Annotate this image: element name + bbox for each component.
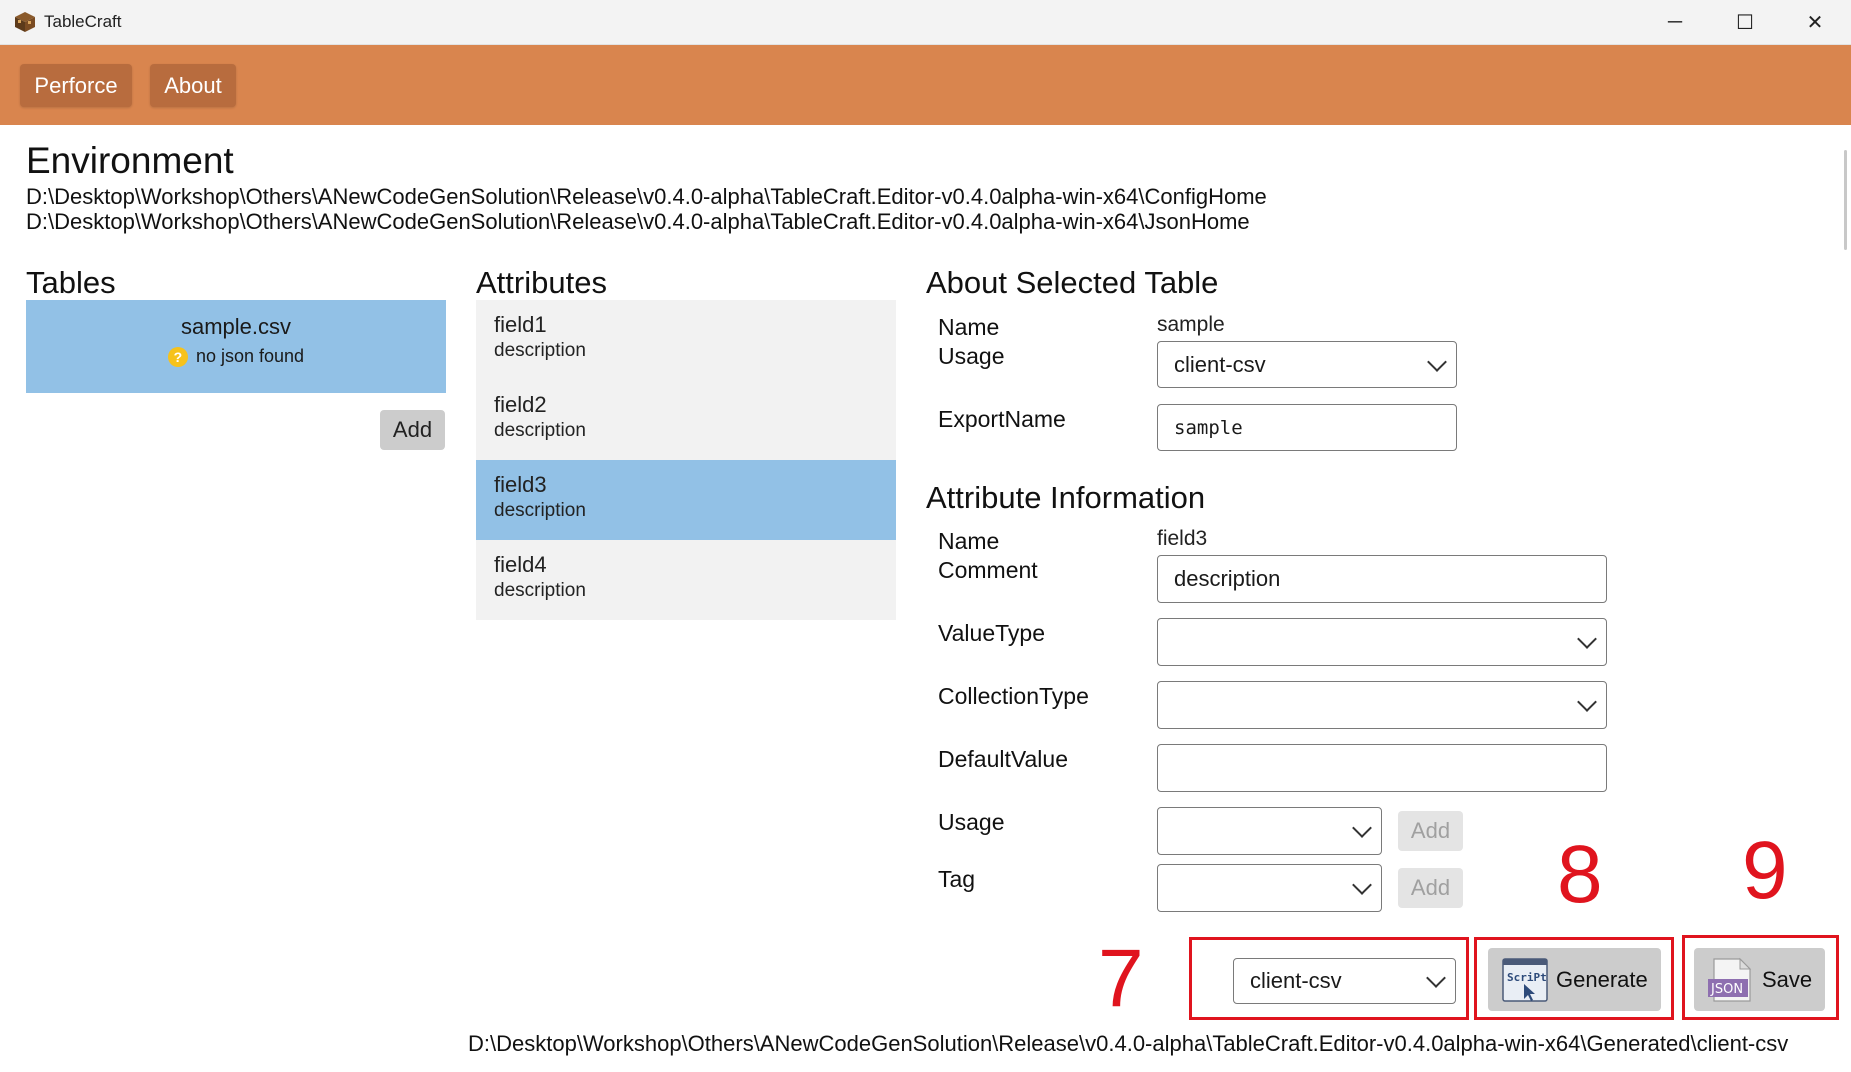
- environment-title: Environment: [26, 140, 234, 181]
- attribute-item-field3[interactable]: field3 description: [476, 460, 896, 540]
- about-button[interactable]: About: [150, 64, 236, 107]
- attribute-usage-select[interactable]: [1157, 807, 1382, 855]
- table-name-label: Name: [938, 314, 1000, 340]
- chevron-down-icon: [1577, 692, 1597, 712]
- chevron-down-icon: [1577, 629, 1597, 649]
- attribute-description: description: [494, 500, 586, 521]
- json-file-icon: JSON: [1708, 957, 1752, 1002]
- window-title: TableCraft: [44, 12, 122, 31]
- attribute-description: description: [494, 340, 586, 361]
- attribute-usage-label: Usage: [938, 809, 1005, 835]
- table-name-value: sample: [1157, 313, 1225, 336]
- annotation-number-8: 8: [1557, 829, 1603, 920]
- close-icon: ✕: [1806, 12, 1824, 34]
- table-status-text: no json found: [195, 346, 305, 366]
- attribute-name-value: field3: [1157, 527, 1208, 550]
- save-button[interactable]: JSON Save: [1694, 948, 1825, 1011]
- scrollbar-thumb[interactable]: [1844, 150, 1847, 250]
- chevron-down-icon: [1427, 351, 1447, 372]
- close-button[interactable]: ✕: [1780, 0, 1850, 45]
- maximize-icon: ☐: [1736, 12, 1754, 34]
- attribute-name: field1: [494, 312, 547, 337]
- defaultvalue-input[interactable]: [1157, 744, 1607, 792]
- attribute-description: description: [494, 580, 586, 601]
- attribute-name-label: Name: [938, 528, 1000, 554]
- attributes-title: Attributes: [476, 265, 607, 300]
- attribute-name: field2: [494, 392, 547, 417]
- generate-button[interactable]: ScriPt Generate: [1488, 948, 1661, 1011]
- perforce-button[interactable]: Perforce: [20, 64, 132, 107]
- add-tag-button[interactable]: Add: [1398, 868, 1463, 908]
- add-usage-button[interactable]: Add: [1398, 811, 1463, 851]
- comment-input[interactable]: description: [1157, 555, 1607, 603]
- tag-label: Tag: [938, 866, 976, 892]
- output-path: D:\Desktop\Workshop\Others\ANewCodeGenSo…: [468, 1031, 1789, 1056]
- minimize-button[interactable]: ─: [1640, 0, 1710, 45]
- table-list-item[interactable]: sample.csv ? no json found: [26, 300, 446, 393]
- minimize-icon: ─: [1667, 11, 1683, 33]
- generate-target-value: client-csv: [1250, 968, 1342, 993]
- comment-value: description: [1174, 566, 1281, 591]
- question-warning-icon: ?: [167, 346, 188, 367]
- annotation-number-7: 7: [1098, 933, 1144, 1024]
- app-icon: [15, 12, 35, 32]
- defaultvalue-label: DefaultValue: [938, 746, 1068, 772]
- maximize-button[interactable]: ☐: [1710, 0, 1780, 45]
- table-usage-select[interactable]: client-csv: [1157, 341, 1457, 388]
- table-usage-value: client-csv: [1174, 351, 1266, 377]
- table-usage-label: Usage: [938, 343, 1005, 369]
- tag-select[interactable]: [1157, 864, 1382, 912]
- collectiontype-select[interactable]: [1157, 681, 1607, 729]
- save-label: Save: [1762, 966, 1813, 992]
- script-icon-text: ScriPt: [1507, 971, 1547, 984]
- attribute-item-field4[interactable]: field4 description: [476, 540, 896, 620]
- attribute-item-field1[interactable]: field1 description: [476, 300, 896, 380]
- title-bar: TableCraft ─ ☐ ✕: [0, 0, 1851, 45]
- selected-table-title: About Selected Table: [926, 265, 1219, 300]
- script-icon: ScriPt: [1502, 957, 1548, 1002]
- valuetype-select[interactable]: [1157, 618, 1607, 666]
- json-home-path: D:\Desktop\Workshop\Others\ANewCodeGenSo…: [26, 209, 1250, 234]
- attribute-name: field3: [494, 472, 547, 497]
- chevron-down-icon: [1426, 968, 1446, 988]
- attribute-item-field2[interactable]: field2 description: [476, 380, 896, 460]
- config-home-path: D:\Desktop\Workshop\Others\ANewCodeGenSo…: [26, 184, 1267, 209]
- export-name-label: ExportName: [938, 406, 1066, 432]
- chevron-down-icon: [1352, 875, 1372, 895]
- attribute-info-title: Attribute Information: [926, 480, 1206, 515]
- annotation-number-9: 9: [1742, 825, 1788, 916]
- collectiontype-label: CollectionType: [938, 683, 1089, 709]
- generate-target-select[interactable]: client-csv: [1233, 958, 1456, 1004]
- json-icon-text: JSON: [1710, 982, 1743, 997]
- generate-label: Generate: [1556, 966, 1648, 992]
- toolbar: Perforce About: [0, 45, 1851, 125]
- export-name-input[interactable]: sample: [1157, 404, 1457, 451]
- comment-label: Comment: [938, 557, 1038, 583]
- table-status: ? no json found: [26, 346, 446, 367]
- add-table-button[interactable]: Add: [380, 410, 445, 450]
- attribute-list: field1 description field2 description fi…: [476, 300, 896, 620]
- export-name-value: sample: [1174, 416, 1243, 439]
- tables-title: Tables: [26, 265, 116, 300]
- table-name: sample.csv: [180, 314, 292, 339]
- attribute-name: field4: [494, 552, 547, 577]
- valuetype-label: ValueType: [938, 620, 1045, 646]
- chevron-down-icon: [1352, 818, 1372, 838]
- attribute-description: description: [494, 420, 586, 441]
